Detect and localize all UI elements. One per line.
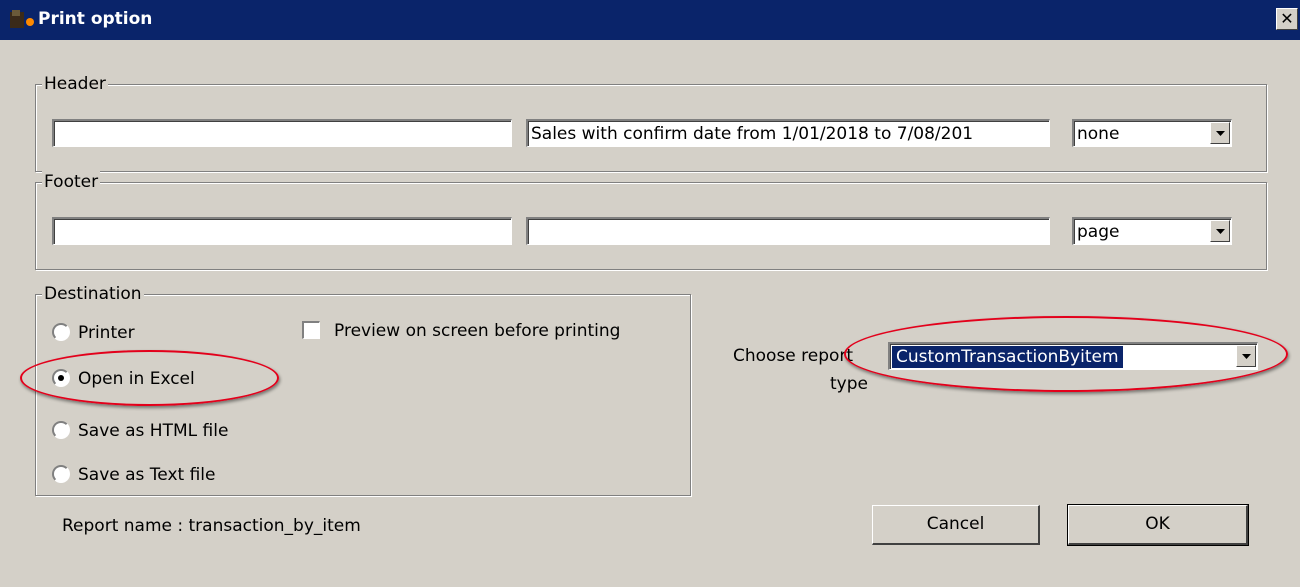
footer-position-value: page <box>1077 222 1120 242</box>
footer-position-select[interactable]: page <box>1072 217 1232 245</box>
header-group: Header Sales with confirm date from 1/01… <box>35 73 1267 172</box>
chevron-down-icon[interactable] <box>1236 345 1256 367</box>
destination-group-label: Destination <box>42 283 144 305</box>
header-position-select[interactable]: none <box>1072 119 1232 147</box>
app-logo-icon <box>8 8 38 32</box>
radio-label: Printer <box>78 323 135 343</box>
radio-button[interactable] <box>52 421 70 439</box>
radio-label: Save as HTML file <box>78 421 229 441</box>
radio-label: Save as Text file <box>78 465 216 485</box>
report-type-label-line1: Choose report <box>733 346 854 366</box>
footer-left-input[interactable] <box>52 217 512 245</box>
footer-center-input[interactable] <box>526 217 1050 245</box>
radio-selected-dot <box>58 375 64 381</box>
header-left-input[interactable] <box>52 119 512 147</box>
radio-printer[interactable]: Printer <box>52 321 232 345</box>
radio-button[interactable] <box>52 465 70 483</box>
chevron-down-icon[interactable] <box>1210 220 1230 242</box>
destination-group: Destination Printer Open in Excel Save a… <box>35 283 691 496</box>
report-type-label-line2: type <box>830 374 868 394</box>
report-type-select[interactable]: CustomTransactionByitem <box>888 342 1258 370</box>
preview-checkbox-row[interactable]: Preview on screen before printing <box>302 319 682 343</box>
footer-group: Footer page <box>35 171 1267 270</box>
ok-button[interactable]: OK <box>1067 504 1249 546</box>
footer-group-label: Footer <box>42 171 101 193</box>
radio-button[interactable] <box>52 323 70 341</box>
chevron-down-icon[interactable] <box>1210 122 1230 144</box>
window-title: Print option <box>38 9 153 29</box>
radio-label: Open in Excel <box>78 369 195 389</box>
preview-checkbox[interactable] <box>302 321 320 339</box>
radio-save-html[interactable]: Save as HTML file <box>52 419 252 443</box>
radio-open-in-excel[interactable]: Open in Excel <box>52 367 252 391</box>
report-type-value: CustomTransactionByitem <box>892 346 1123 368</box>
title-bar: Print option ✕ <box>0 0 1300 40</box>
header-group-label: Header <box>42 73 108 95</box>
cancel-button[interactable]: Cancel <box>872 505 1040 545</box>
radio-save-text[interactable]: Save as Text file <box>52 463 252 487</box>
radio-button[interactable] <box>52 369 70 387</box>
report-name: Report name : transaction_by_item <box>62 516 361 536</box>
header-center-input[interactable]: Sales with confirm date from 1/01/2018 t… <box>526 119 1050 147</box>
header-position-value: none <box>1077 124 1120 144</box>
close-icon[interactable]: ✕ <box>1276 8 1298 30</box>
preview-checkbox-label: Preview on screen before printing <box>334 321 621 341</box>
